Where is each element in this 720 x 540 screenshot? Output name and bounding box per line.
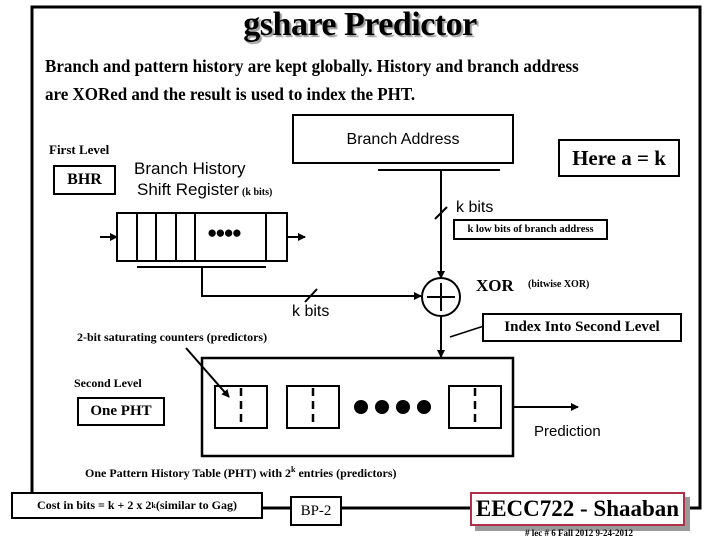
- subtitle-line-1: Branch and pattern history are kept glob…: [45, 56, 579, 76]
- pht-ellipsis-dot: [375, 400, 389, 414]
- one-pht-badge: One PHT: [77, 397, 165, 426]
- bhr-badge: BHR: [53, 165, 116, 195]
- index-note: Index Into Second Level: [482, 313, 682, 342]
- pht-cell: [448, 385, 502, 429]
- pht-ellipsis-dot: [417, 400, 431, 414]
- slide-title: gshare Predictor: [243, 6, 477, 43]
- subtitle-line-2: are XORed and the result is used to inde…: [45, 84, 416, 104]
- register-bits-label: (k bits): [242, 187, 273, 198]
- pht-ellipsis-dot: [396, 400, 410, 414]
- cost-text-post: (similar to Gag): [155, 498, 237, 512]
- first-level-label: First Level: [49, 142, 110, 157]
- cost-note: Cost in bits = k + 2 x 2k (similar to Ga…: [11, 492, 263, 519]
- history-line: [201, 267, 422, 300]
- slide-subtitle: Branch and pattern history are kept glob…: [45, 52, 579, 108]
- low-bits-note: k low bits of branch address: [453, 219, 608, 240]
- register-title-line-1: Branch History: [134, 159, 246, 178]
- xor-note: (bitwise XOR): [528, 279, 590, 290]
- branch-address-label: Branch Address: [346, 131, 460, 148]
- shift-register: [116, 212, 288, 262]
- pht-cell: [286, 385, 340, 429]
- branch-bits-label: k bits: [456, 199, 494, 216]
- xor-label: XOR: [476, 276, 514, 295]
- register-title: Branch History Shift Register (k bits): [134, 158, 272, 203]
- pht-cell: [214, 385, 268, 429]
- pht-caption-text: One Pattern History Table (PHT) with 2: [85, 466, 291, 480]
- lecture-info: # lec # 6 Fall 2012 9-24-2012: [525, 528, 633, 538]
- history-bits-label: k bits: [292, 303, 330, 320]
- pht-caption: One Pattern History Table (PHT) with 2k …: [85, 465, 397, 481]
- pht-caption-text-post: entries (predictors): [295, 466, 397, 480]
- register-title-text: Shift Register: [137, 180, 240, 199]
- prediction-label: Prediction: [534, 423, 601, 440]
- register-ellipsis: ●●●●: [207, 223, 242, 242]
- counters-note: 2-bit saturating counters (predictors): [77, 330, 268, 344]
- register-title-line-2: Shift Register (k bits): [134, 179, 272, 203]
- cost-text: Cost in bits = k + 2 x 2: [37, 498, 152, 512]
- pht-ellipsis-dot: [354, 400, 368, 414]
- here-a-equals-k-note: Here a = k: [558, 139, 680, 177]
- second-level-label: Second Level: [74, 376, 142, 390]
- course-badge: EECC722 - Shaaban: [470, 492, 685, 526]
- slide-id-badge: BP-2: [290, 496, 342, 526]
